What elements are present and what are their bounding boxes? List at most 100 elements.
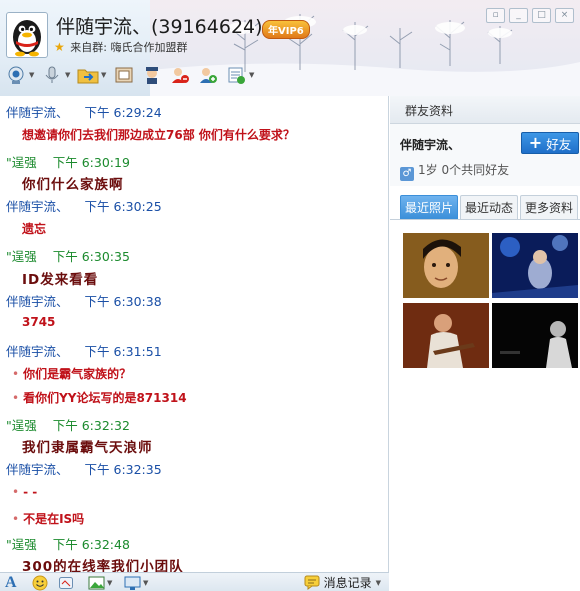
contact-avatar[interactable]	[6, 12, 48, 58]
message-text: 你们什么家族啊	[22, 177, 124, 193]
chevron-down-icon[interactable]: ▼	[101, 71, 108, 79]
font-button[interactable]: A	[5, 574, 17, 591]
message-time: 下午 6:30:25	[84, 199, 162, 214]
group-list-button[interactable]: ▼	[224, 64, 256, 86]
maximize-button[interactable]: □	[532, 8, 551, 23]
screenshot-icon	[124, 576, 141, 590]
member-profile-panel: 群友资料 伴随宇流、 + 好友 ♂ 1岁 0个共同好友 最近照片 最近动态 更多资…	[390, 96, 580, 591]
message-header: 伴随宇流、 下午 6:31:51	[6, 341, 162, 360]
message-text-content: 不是在IS吗	[23, 512, 85, 526]
message-text: 我们隶属霸气天浪师	[22, 440, 153, 456]
video-call-button[interactable]: ▼	[4, 64, 36, 86]
group-source: ★ 来自群: 嗨氏合作加盟群	[54, 39, 187, 55]
sender-name[interactable]: "逞强	[6, 537, 37, 552]
chat-record-icon	[304, 575, 320, 590]
chevron-down-icon[interactable]: ▼	[249, 71, 256, 79]
close-button[interactable]: ×	[555, 8, 574, 23]
message-header: "逞强 下午 6:30:19	[6, 152, 130, 171]
male-gender-icon: ♂	[400, 167, 414, 181]
message-header: 伴随宇流、 下午 6:30:25	[6, 196, 162, 215]
message-time: 下午 6:32:32	[52, 418, 130, 433]
remote-desktop-button[interactable]	[112, 64, 136, 86]
photo-thumbnail[interactable]	[403, 233, 489, 298]
source-group-link[interactable]: 嗨氏合作加盟群	[110, 41, 187, 54]
add-contact-button[interactable]	[196, 64, 220, 86]
bullet-icon: •	[12, 367, 20, 381]
message-time: 下午 6:30:35	[52, 249, 130, 264]
photo-thumbnail[interactable]	[492, 303, 578, 368]
message-time: 下午 6:31:51	[84, 344, 162, 359]
bullet-icon: •	[12, 512, 20, 526]
sender-name[interactable]: 伴随宇流、	[6, 199, 69, 214]
message-history[interactable]: 伴随宇流、 下午 6:29:24 想邀请你们去我们那边成立76部 你们有什么要求？…	[0, 96, 389, 572]
magic-face-icon	[59, 576, 73, 589]
message-text: • 不是在IS吗	[12, 510, 84, 527]
group-admin-icon	[140, 64, 164, 86]
message-time: 下午 6:32:48	[52, 537, 130, 552]
sender-name[interactable]: 伴随宇流、	[6, 294, 69, 309]
vip-badge[interactable]: 年VIP6	[262, 20, 310, 39]
message-time: 下午 6:32:35	[84, 462, 162, 477]
skin-button[interactable]: ▫	[486, 8, 505, 23]
message-text: • - -	[12, 485, 37, 499]
magic-emoji-button[interactable]	[58, 574, 74, 591]
member-meta-text: 1岁 0个共同好友	[418, 163, 510, 177]
member-summary: 伴随宇流、 + 好友 ♂ 1岁 0个共同好友	[390, 124, 580, 186]
tab-recent-photos[interactable]: 最近照片	[400, 195, 459, 219]
sender-name[interactable]: 伴随宇流、	[6, 105, 69, 120]
message-text: 遗忘	[22, 222, 47, 236]
member-name[interactable]: 伴随宇流、	[400, 136, 460, 153]
invite-member-icon	[168, 64, 192, 86]
message-text-content: 看你们YY论坛写的是871314	[23, 391, 187, 405]
photo-grid	[403, 233, 578, 369]
photo-thumbnail[interactable]	[492, 233, 578, 298]
screenshot-button[interactable]: ▼	[124, 574, 148, 591]
chevron-down-icon[interactable]: ▼	[143, 579, 148, 587]
message-text-content: - -	[23, 485, 38, 499]
message-history-button[interactable]: 消息记录 ▼	[304, 574, 381, 591]
font-icon: A	[5, 573, 17, 591]
minimize-button[interactable]: _	[509, 8, 528, 23]
message-header: 伴随宇流、 下午 6:30:38	[6, 291, 162, 310]
add-contact-icon	[196, 64, 220, 86]
window-controls: ▫ _ □ ×	[486, 8, 574, 23]
profile-tabs: 最近照片 最近动态 更多资料	[390, 194, 580, 220]
plus-icon: +	[528, 133, 543, 152]
smiley-icon	[32, 575, 48, 590]
sender-name[interactable]: "逞强	[6, 418, 37, 433]
chat-toolbar: ▼ ▼ ▼ ▼	[4, 64, 256, 86]
file-transfer-icon	[76, 64, 100, 86]
chat-window-header: 伴随宇流、(39164624) 年VIP6 ★ 来自群: 嗨氏合作加盟群 ▫ _…	[0, 0, 580, 96]
group-admin-button[interactable]	[140, 64, 164, 86]
emoji-button[interactable]	[32, 574, 48, 591]
message-time: 下午 6:30:38	[84, 294, 162, 309]
chevron-down-icon[interactable]: ▼	[107, 579, 112, 587]
message-header: "逞强 下午 6:30:35	[6, 246, 130, 265]
message-text-content: 你们是霸气家族的？	[23, 367, 132, 381]
image-icon	[88, 576, 105, 589]
remote-desktop-icon	[112, 64, 136, 86]
member-meta: ♂ 1岁 0个共同好友	[400, 161, 509, 181]
chevron-down-icon[interactable]: ▼	[29, 71, 36, 79]
sender-name[interactable]: 伴随宇流、	[6, 344, 69, 359]
file-transfer-button[interactable]: ▼	[76, 64, 108, 86]
message-text: ID发来看看	[22, 272, 99, 288]
image-button[interactable]: ▼	[88, 574, 112, 591]
source-prefix: 来自群:	[70, 41, 107, 54]
bullet-icon: •	[12, 485, 20, 499]
tab-more-info[interactable]: 更多资料	[520, 195, 579, 219]
voice-call-button[interactable]: ▼	[40, 64, 72, 86]
add-friend-button[interactable]: + 好友	[521, 132, 579, 154]
message-header: 伴随宇流、 下午 6:29:24	[6, 102, 162, 121]
contact-title: 伴随宇流、(39164624)	[56, 16, 263, 38]
tab-recent-activity[interactable]: 最近动态	[460, 195, 519, 219]
invite-member-button[interactable]	[168, 64, 192, 86]
message-time: 下午 6:29:24	[84, 105, 162, 120]
photo-thumbnail[interactable]	[403, 303, 489, 368]
sender-name[interactable]: 伴随宇流、	[6, 462, 69, 477]
group-list-icon	[224, 64, 248, 86]
chevron-down-icon[interactable]: ▼	[65, 71, 72, 79]
sender-name[interactable]: "逞强	[6, 155, 37, 170]
sender-name[interactable]: "逞强	[6, 249, 37, 264]
message-time: 下午 6:30:19	[52, 155, 130, 170]
